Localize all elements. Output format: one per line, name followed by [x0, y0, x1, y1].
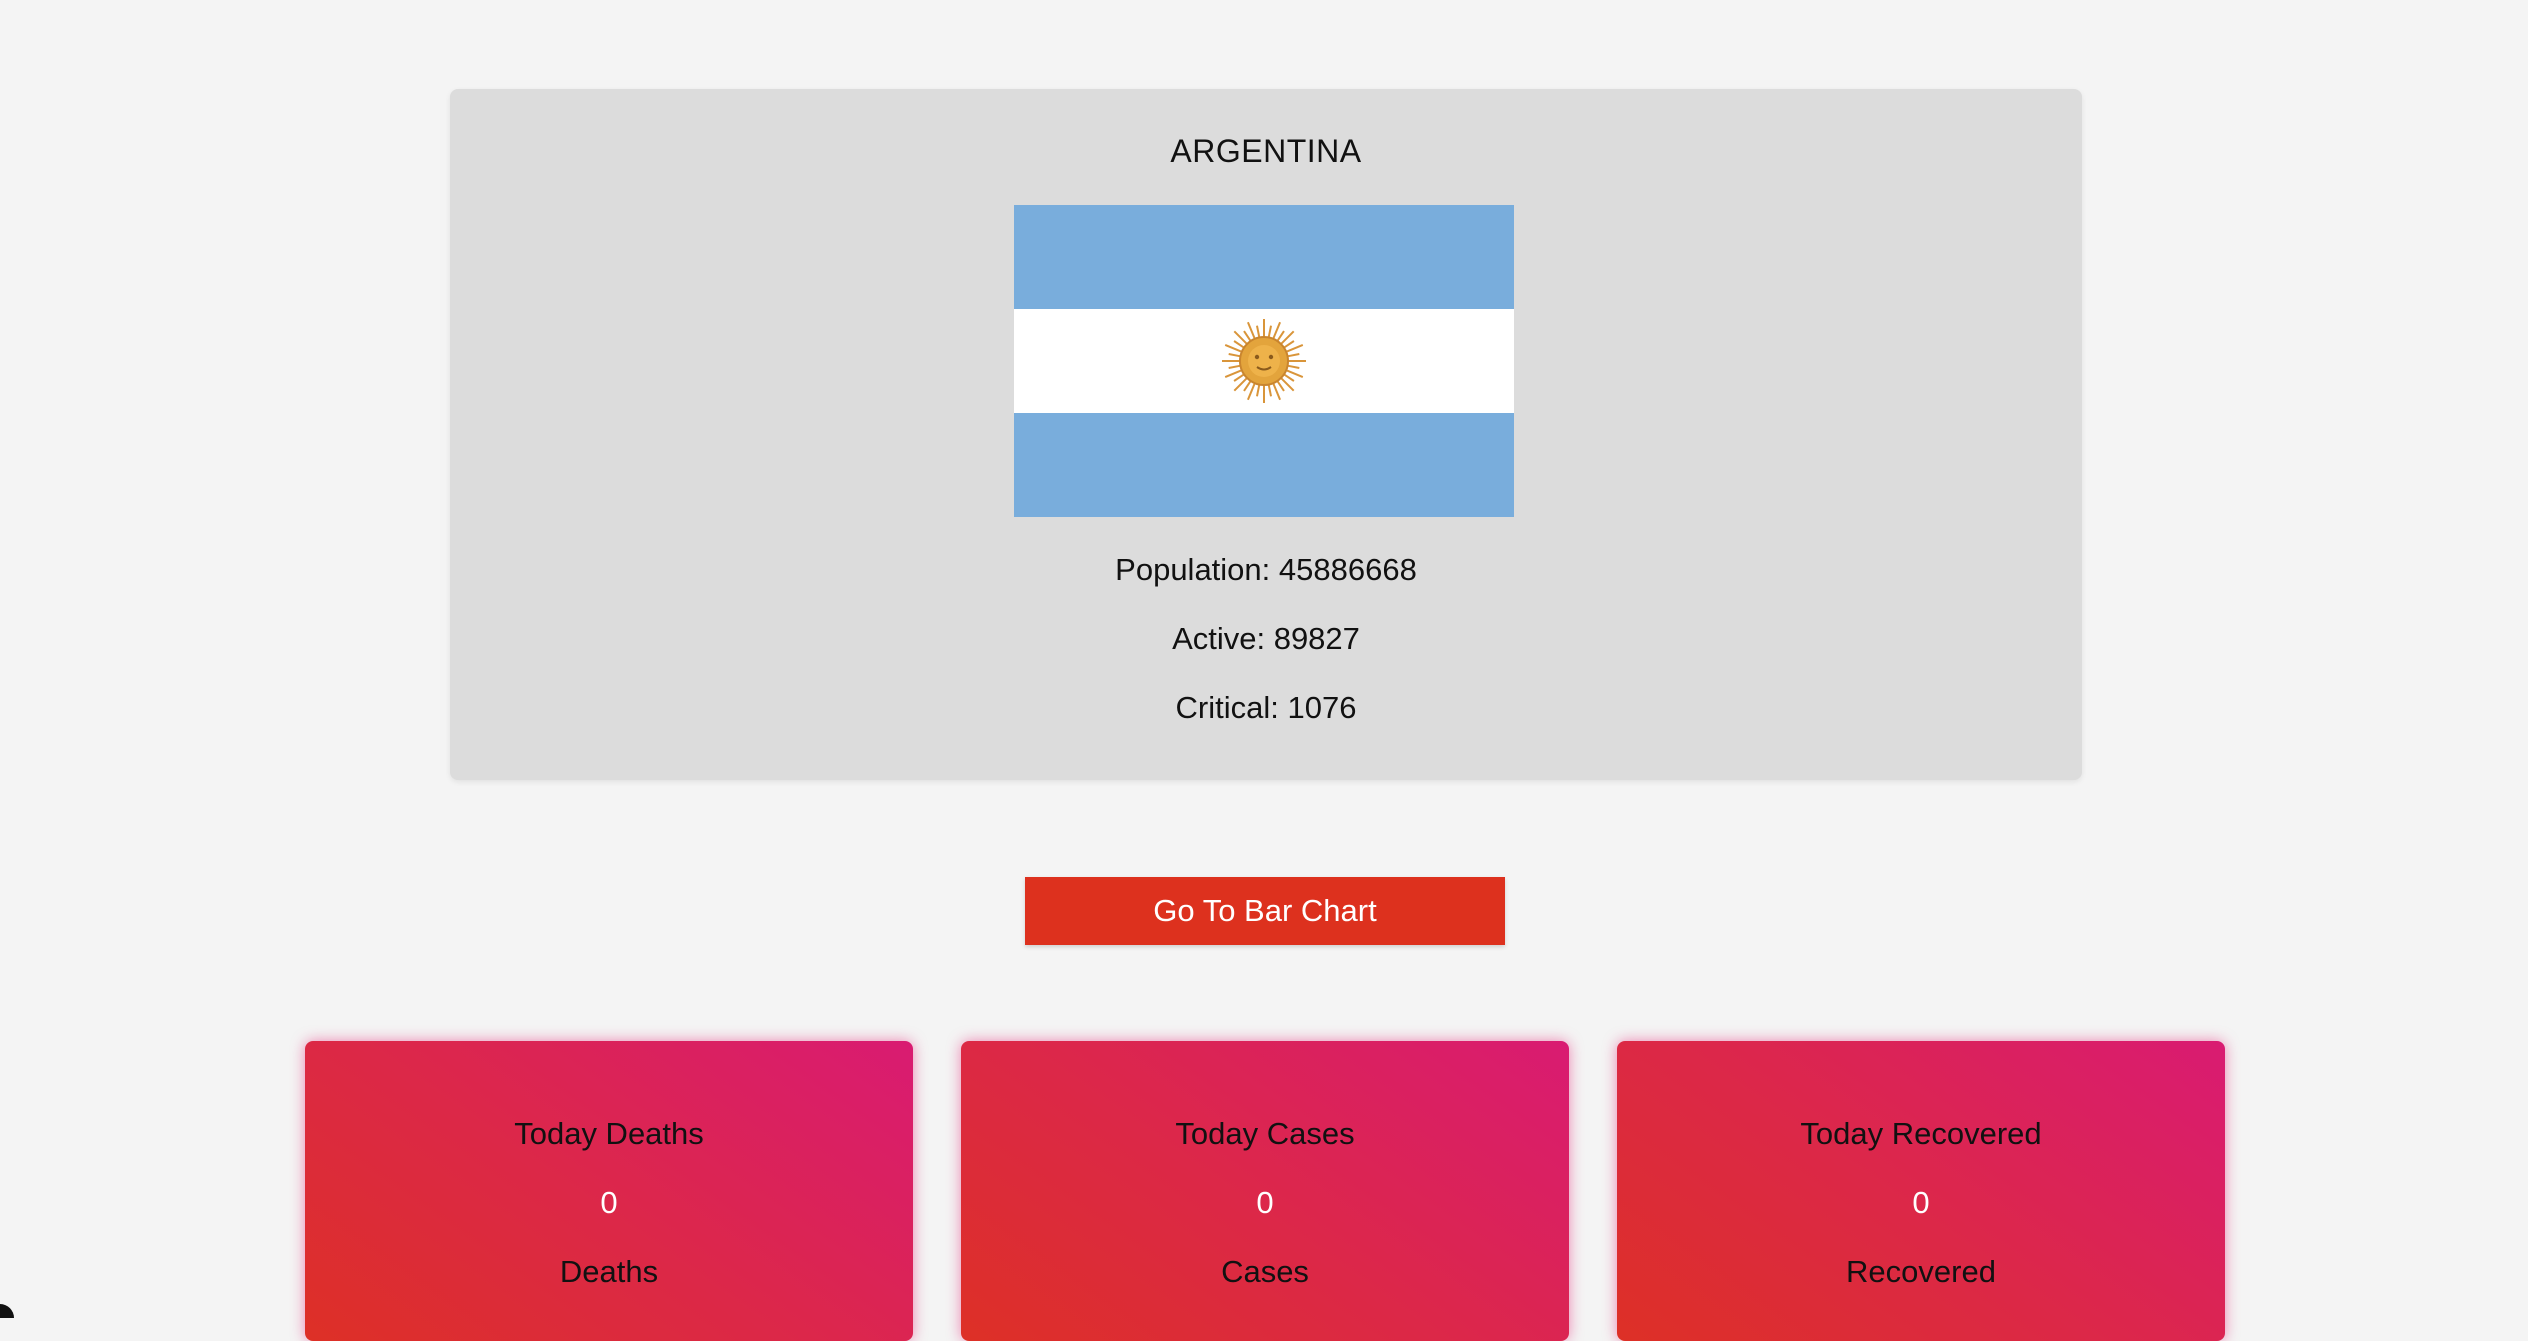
tile-title: Today Recovered: [1800, 1116, 2042, 1151]
tile-unit: Cases: [1221, 1254, 1309, 1289]
window-corner: [0, 1304, 14, 1318]
country-card: ARGENTINA Population: 45886668 Active: 8…: [450, 89, 2082, 780]
tile-unit: Deaths: [559, 1254, 659, 1289]
tile-value: 0: [1912, 1185, 1930, 1220]
argentina-flag-icon: [1014, 205, 1514, 517]
tile-title: Today Deaths: [514, 1116, 704, 1151]
today-cases-tile: Today Cases 0 Cases: [961, 1041, 1569, 1341]
tile-title: Today Cases: [1175, 1116, 1355, 1151]
critical-stat: Critical: 1076: [1175, 690, 1357, 725]
active-stat: Active: 89827: [1172, 621, 1360, 656]
tile-value: 0: [1256, 1185, 1274, 1220]
country-name: ARGENTINA: [1170, 133, 1362, 169]
tile-unit: Recovered: [1846, 1254, 1996, 1289]
tile-value: 0: [600, 1185, 618, 1220]
go-to-bar-chart-button[interactable]: Go To Bar Chart: [1025, 877, 1505, 945]
today-recovered-tile: Today Recovered 0 Recovered: [1617, 1041, 2225, 1341]
population-stat: Population: 45886668: [1115, 552, 1417, 587]
today-deaths-tile: Today Deaths 0 Deaths: [305, 1041, 913, 1341]
